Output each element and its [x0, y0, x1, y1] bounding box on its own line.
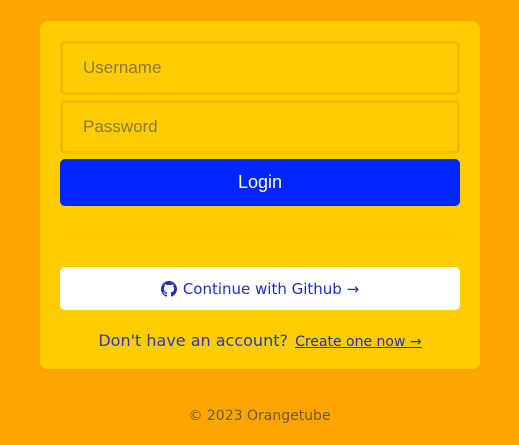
github-icon [160, 280, 177, 297]
github-button-label: Continue with Github → [182, 279, 360, 298]
password-input[interactable] [60, 100, 460, 154]
github-login-button[interactable]: Continue with Github → [60, 267, 460, 310]
username-input[interactable] [60, 41, 460, 95]
create-account-link[interactable]: Create one now → [295, 334, 422, 350]
login-button[interactable]: Login [60, 159, 460, 206]
footer-copyright: © 2023 Orangetube [188, 408, 331, 424]
signup-prompt: Don't have an account? Create one now → [40, 331, 480, 350]
login-card: Login Continue with Github → Don't have … [40, 21, 480, 369]
divider [60, 235, 460, 236]
signup-prompt-text: Don't have an account? [98, 331, 288, 350]
